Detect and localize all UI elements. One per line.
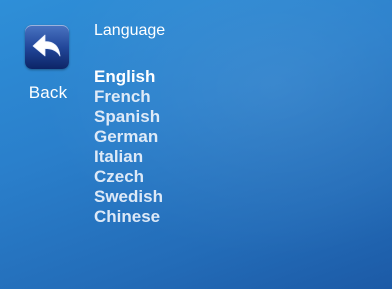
language-option-czech[interactable]: Czech (94, 167, 163, 187)
language-option-english[interactable]: English (94, 67, 163, 87)
page-title: Language (94, 22, 166, 39)
language-option-french[interactable]: French (94, 87, 163, 107)
language-option-spanish[interactable]: Spanish (94, 107, 163, 127)
back-button[interactable]: Back (18, 25, 78, 111)
language-option-italian[interactable]: Italian (94, 147, 163, 167)
language-list: English French Spanish German Italian Cz… (94, 67, 163, 227)
back-arrow-icon (25, 25, 69, 69)
language-option-german[interactable]: German (94, 127, 163, 147)
language-settings-screen: Back Language English French Spanish Ger… (0, 0, 392, 289)
language-option-chinese[interactable]: Chinese (94, 207, 163, 227)
back-label: Back (28, 83, 68, 102)
language-option-swedish[interactable]: Swedish (94, 187, 163, 207)
